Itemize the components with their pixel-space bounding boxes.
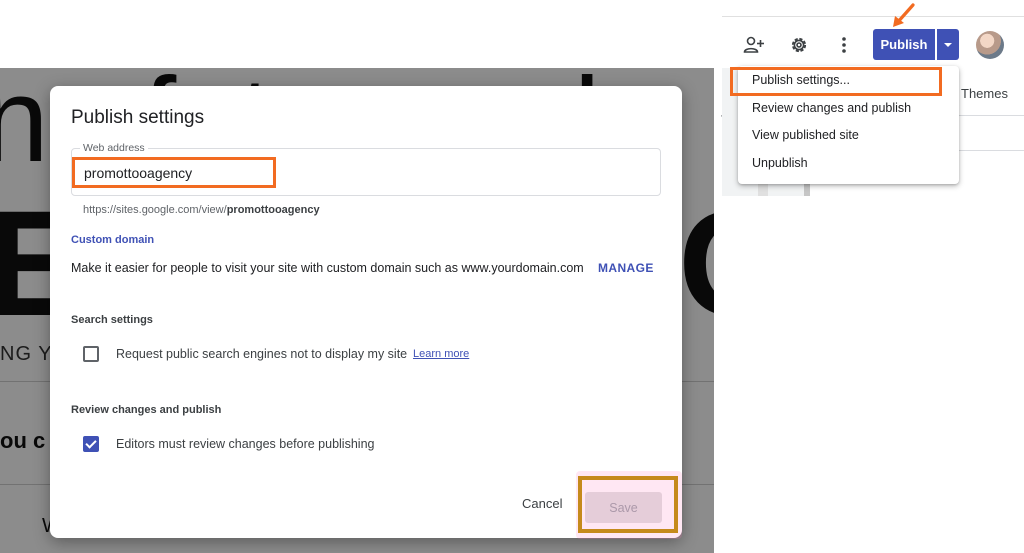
check-icon (85, 437, 97, 449)
add-person-icon[interactable] (741, 32, 767, 58)
panel-divider (958, 115, 1024, 116)
panel-divider (958, 150, 1024, 151)
menu-item-unpublish[interactable]: Unpublish (752, 156, 808, 170)
avatar[interactable] (976, 31, 1004, 59)
search-engine-checkbox[interactable] (83, 346, 99, 362)
dialog-title: Publish settings (71, 107, 205, 128)
custom-domain-description: Make it easier for people to visit your … (71, 261, 584, 275)
custom-domain-heading: Custom domain (71, 234, 155, 246)
publish-button[interactable]: Publish (873, 29, 935, 60)
dropdown-caret-icon (944, 42, 952, 47)
annotation-arrow-icon (893, 3, 915, 27)
save-button[interactable]: Save (585, 492, 662, 523)
url-prefix: https://sites.google.com/view/ (83, 204, 227, 216)
review-heading: Review changes and publish (71, 404, 222, 416)
gear-icon[interactable] (786, 32, 812, 58)
publish-settings-dialog: Publish settings Web address https://sit… (50, 86, 682, 538)
review-changes-checkbox-label: Editors must review changes before publi… (116, 437, 375, 451)
menu-item-review-and-publish[interactable]: Review changes and publish (752, 101, 911, 115)
menu-item-publish-settings[interactable]: Publish settings... (752, 73, 850, 87)
review-changes-checkbox[interactable] (83, 436, 99, 452)
toolbar-divider (722, 16, 1024, 17)
menu-item-view-published-site[interactable]: View published site (752, 128, 859, 142)
publish-dropdown-button[interactable] (937, 29, 959, 60)
search-settings-heading: Search settings (71, 314, 153, 326)
more-vert-icon[interactable] (831, 32, 857, 58)
tab-themes[interactable]: Themes (961, 86, 1008, 101)
url-slug: promottooagency (226, 204, 320, 216)
web-address-label: Web address (80, 142, 148, 154)
publish-menu: Publish settings... Review changes and p… (738, 66, 959, 184)
learn-more-link[interactable]: Learn more (413, 348, 469, 360)
manage-domain-button[interactable]: MANAGE (598, 261, 654, 275)
search-engine-checkbox-label: Request public search engines not to dis… (116, 347, 408, 361)
site-url-preview: https://sites.google.com/view/promottooa… (83, 204, 320, 216)
web-address-input[interactable] (84, 163, 464, 183)
cancel-button[interactable]: Cancel (522, 496, 562, 511)
